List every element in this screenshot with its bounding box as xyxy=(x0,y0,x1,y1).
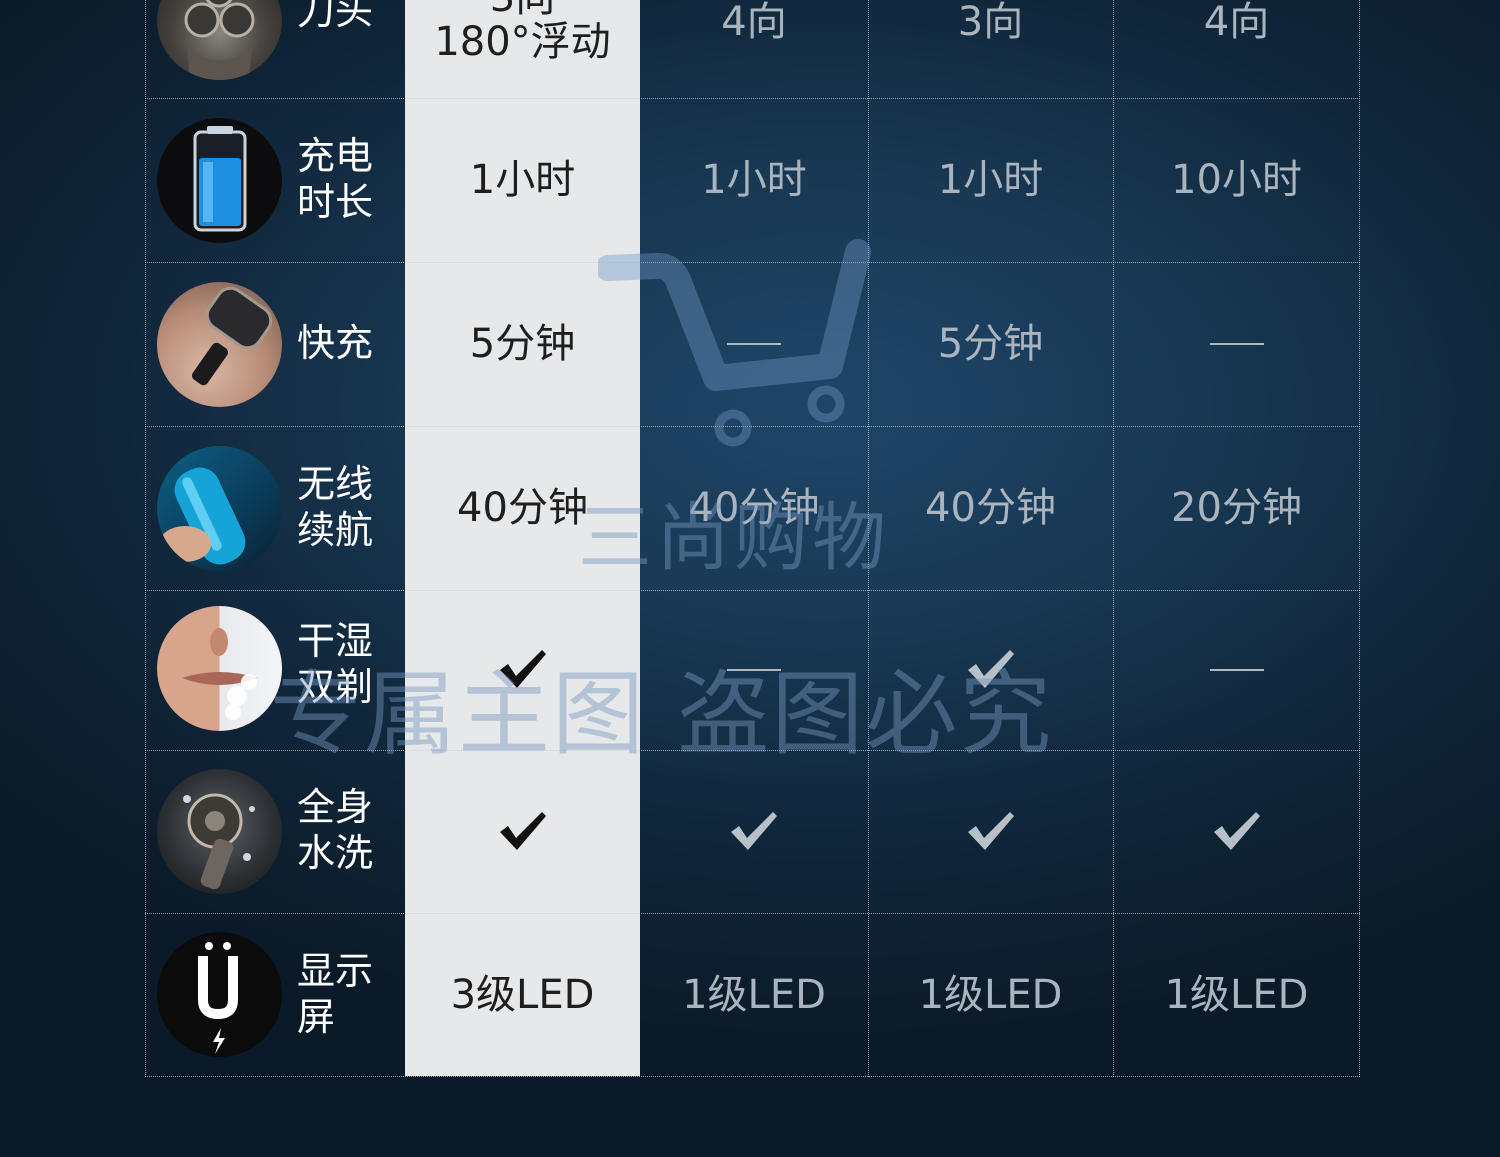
check-icon xyxy=(731,811,777,850)
value-cell: 5分钟 xyxy=(937,321,1044,367)
check-cell xyxy=(868,590,1113,750)
value-cell: 3向 180°浮动 xyxy=(434,0,611,65)
dash-mark xyxy=(727,669,781,671)
water-wash-icon xyxy=(157,769,282,894)
feature-label: 干湿 双剃 xyxy=(297,619,374,709)
row-divider xyxy=(145,1076,1360,1077)
comparison-table: 刀头 3向 180°浮动 4向 3向 4向 充电 时长 1小时 1小时 1小时 … xyxy=(145,0,1360,1077)
value-cell: 5分钟 xyxy=(469,321,576,367)
check-icon xyxy=(499,811,546,850)
table-row: 无线 续航 40分钟 40分钟 40分钟 20分钟 xyxy=(145,426,1360,590)
fast-charge-icon xyxy=(157,282,282,407)
feature-label: 快充 xyxy=(297,321,374,365)
value-cell: 1级LED xyxy=(1164,971,1309,1018)
value-cell xyxy=(1113,262,1360,426)
value-cell: 1小时 xyxy=(469,157,576,203)
battery-icon xyxy=(157,118,282,243)
feature-label: 显示 屏 xyxy=(297,949,374,1039)
value-cell xyxy=(640,262,868,426)
table-row: 充电 时长 1小时 1小时 1小时 10小时 xyxy=(145,98,1360,262)
value-cell: 1小时 xyxy=(937,157,1044,203)
dash-mark xyxy=(1209,343,1264,345)
feature-cell: 刀头 xyxy=(145,0,405,98)
table-row: 干湿 双剃 xyxy=(145,590,1360,750)
feature-label: 全身 水洗 xyxy=(297,785,374,875)
feature-cell: 显示 屏 xyxy=(145,913,405,1076)
check-cell xyxy=(1113,750,1360,913)
value-cell: 4向 xyxy=(1203,0,1270,45)
value-cell xyxy=(1113,590,1360,750)
value-cell: 3级LED xyxy=(450,971,595,1018)
value-cell: 1级LED xyxy=(918,971,1063,1018)
check-icon xyxy=(499,650,546,688)
table-row: 全身 水洗 xyxy=(145,750,1360,913)
value-cell: 40分钟 xyxy=(457,485,588,531)
feature-cell: 充电 时长 xyxy=(145,98,405,262)
check-icon xyxy=(967,811,1014,850)
feature-label: 无线 续航 xyxy=(297,462,374,552)
value-cell: 1小时 xyxy=(701,157,807,203)
value-cell: 4向 xyxy=(721,0,787,45)
feature-cell: 快充 xyxy=(145,262,405,426)
value-cell: 1级LED xyxy=(682,971,826,1018)
table-row: 快充 5分钟 5分钟 xyxy=(145,262,1360,426)
value-cell: 10小时 xyxy=(1171,157,1302,203)
table-row: 刀头 3向 180°浮动 4向 3向 4向 xyxy=(145,0,1360,98)
dash-mark xyxy=(1209,669,1264,671)
cordless-battery-icon xyxy=(157,446,282,571)
dash-mark xyxy=(727,343,781,345)
check-cell xyxy=(405,750,640,913)
led-display-icon xyxy=(157,932,282,1057)
feature-cell: 干湿 双剃 xyxy=(145,590,405,750)
feature-cell: 全身 水洗 xyxy=(145,750,405,913)
value-cell: 40分钟 xyxy=(688,485,820,531)
wet-dry-face-icon xyxy=(157,606,282,731)
check-icon xyxy=(967,650,1014,688)
value-cell: 3向 xyxy=(957,0,1024,45)
feature-label: 刀头 xyxy=(297,0,374,33)
value-cell: 20分钟 xyxy=(1171,485,1302,531)
check-cell xyxy=(640,750,868,913)
feature-cell: 无线 续航 xyxy=(145,426,405,590)
feature-label: 充电 时长 xyxy=(297,134,374,224)
value-cell: 40分钟 xyxy=(925,485,1056,531)
check-cell xyxy=(868,750,1113,913)
table-row: 显示 屏 3级LED 1级LED 1级LED 1级LED xyxy=(145,913,1360,1076)
check-icon xyxy=(1213,811,1260,850)
check-cell xyxy=(405,590,640,750)
value-cell xyxy=(640,590,868,750)
shaver-head-icon xyxy=(157,0,282,80)
